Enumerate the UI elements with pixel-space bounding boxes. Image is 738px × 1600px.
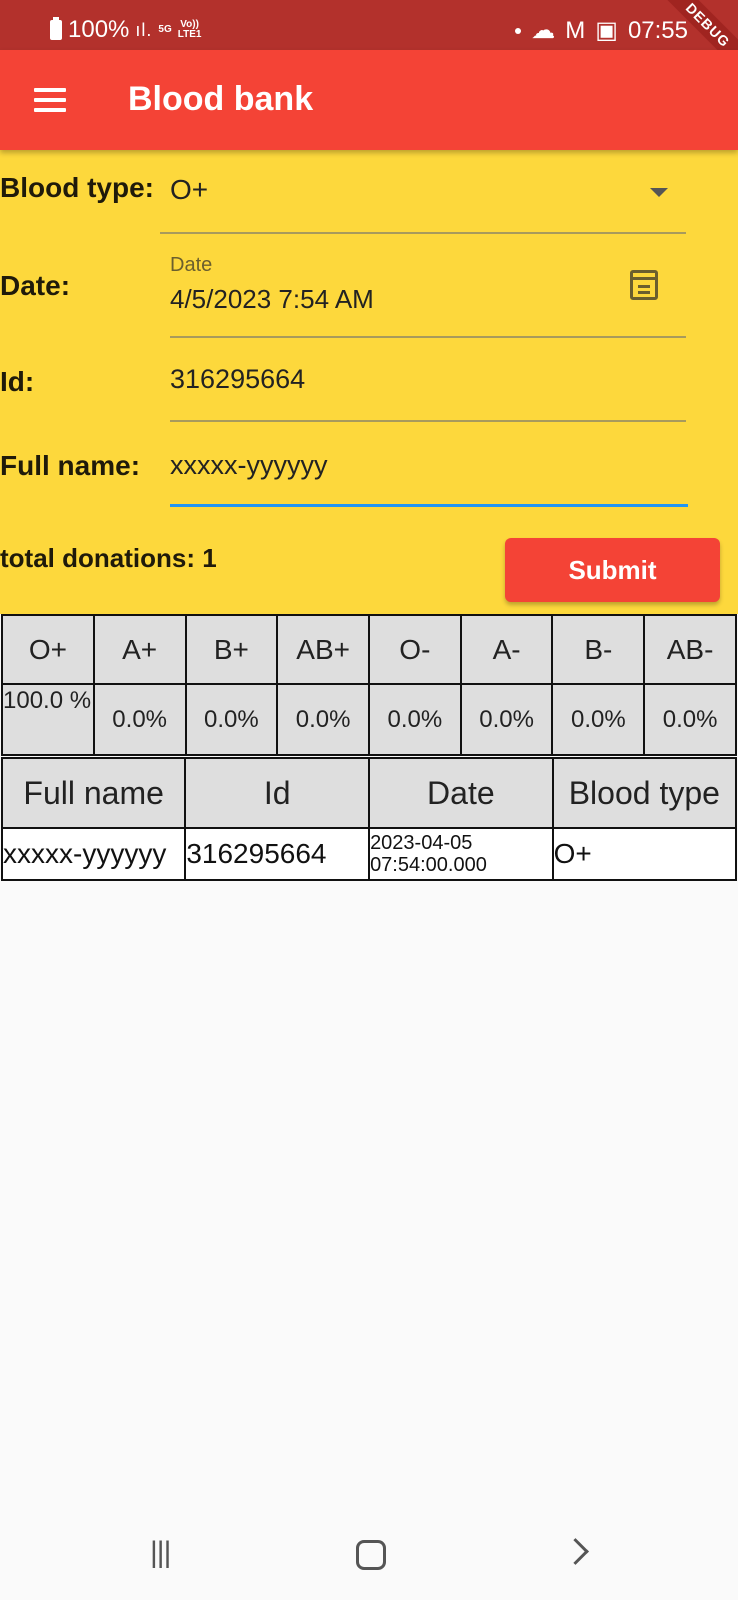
calendar-icon[interactable]	[630, 270, 658, 300]
id-field[interactable]: 316295664	[170, 336, 686, 422]
id-value: 316295664	[170, 364, 306, 394]
app-title: Blood bank	[128, 80, 314, 118]
app-bar: Blood bank	[0, 50, 738, 150]
full-name-label: Full name:	[0, 450, 141, 481]
value-cell: 0.0%	[92, 683, 187, 756]
header-cell: AB-	[643, 614, 737, 685]
recents-icon[interactable]: |||	[150, 1536, 171, 1570]
dropdown-arrow-icon	[650, 188, 668, 197]
donations-table: Full name Id Date Blood type xxxxx-yyyyy…	[0, 757, 738, 881]
cell-full-name: xxxxx-yyyyyy	[0, 827, 187, 881]
network-indicator: 5G	[158, 24, 172, 35]
status-bar: 100% ıl. 5G Vo)) LTE1 ☁ M ▣ 07:55 DEBUG	[0, 0, 738, 76]
volte-indicator: Vo)) LTE1	[177, 19, 202, 40]
id-label: Id:	[0, 366, 35, 397]
home-icon[interactable]	[356, 1540, 386, 1570]
table-row: xxxxx-yyyyyy 316295664 2023-04-05 07:54:…	[0, 827, 738, 881]
back-icon[interactable]	[562, 1538, 589, 1565]
date-field[interactable]: Date 4/5/2023 7:54 AM	[170, 236, 686, 338]
value-cell: 100.0 %	[1, 683, 95, 756]
battery-level: 100%	[68, 16, 130, 43]
date-label: Date:	[0, 270, 71, 301]
cloud-icon: ☁	[531, 17, 556, 44]
header-cell: B+	[184, 614, 279, 685]
clock: 07:55	[627, 16, 688, 44]
battery-icon	[50, 17, 62, 40]
date-field-label: Date	[170, 254, 213, 276]
cell-date: 2023-04-05 07:54:00.000	[368, 827, 554, 881]
header-cell: O+	[1, 614, 95, 685]
blood-type-label: Blood type:	[0, 172, 154, 203]
full-name-field[interactable]: xxxxx-yyyyyy	[170, 420, 688, 507]
donation-form: Blood type: O+ Date: Date 4/5/2023 7:54 …	[0, 150, 738, 614]
header-cell: AB+	[276, 614, 370, 685]
submit-button[interactable]: Submit	[505, 538, 720, 602]
full-name-value: xxxxx-yyyyyy	[170, 450, 328, 480]
signal-icon: ıl.	[135, 19, 153, 40]
value-cell: 0.0%	[643, 683, 737, 756]
header-cell: A+	[92, 614, 187, 685]
header-cell: Date	[368, 757, 554, 829]
cell-blood-type: O+	[551, 827, 738, 881]
header-cell: B-	[551, 614, 646, 685]
blood-type-value: O+	[170, 174, 209, 205]
date-value: 4/5/2023 7:54 AM	[170, 284, 374, 314]
total-donations: total donations: 1	[0, 543, 217, 573]
status-right: ☁ M ▣ 07:55	[515, 16, 688, 45]
header-cell: O-	[367, 614, 462, 685]
header-cell: Full name	[0, 757, 187, 829]
value-cell: 0.0%	[367, 683, 462, 756]
gmail-icon: M	[565, 16, 586, 44]
value-cell: 0.0%	[551, 683, 646, 756]
cell-id: 316295664	[184, 827, 371, 881]
distribution-value-row: 100.0 % 0.0% 0.0% 0.0% 0.0% 0.0% 0.0% 0.…	[1, 683, 737, 756]
gallery-icon: ▣	[595, 17, 618, 44]
blood-type-distribution-table: O+ A+ B+ AB+ O- A- B- AB- 100.0 % 0.0% 0…	[1, 614, 737, 756]
value-cell: 0.0%	[276, 683, 370, 756]
donations-header-row: Full name Id Date Blood type	[0, 757, 738, 829]
value-cell: 0.0%	[459, 683, 554, 756]
header-cell: A-	[459, 614, 554, 685]
header-cell: Id	[184, 757, 371, 829]
blood-type-dropdown[interactable]: O+	[160, 150, 686, 234]
distribution-header-row: O+ A+ B+ AB+ O- A- B- AB-	[1, 614, 737, 685]
system-nav-bar: |||	[0, 1500, 738, 1600]
status-left: 100% ıl. 5G Vo)) LTE1	[50, 16, 201, 44]
header-cell: Blood type	[551, 757, 738, 829]
notification-dot-icon	[515, 27, 522, 34]
hamburger-menu-icon[interactable]	[34, 88, 66, 112]
value-cell: 0.0%	[184, 683, 279, 756]
